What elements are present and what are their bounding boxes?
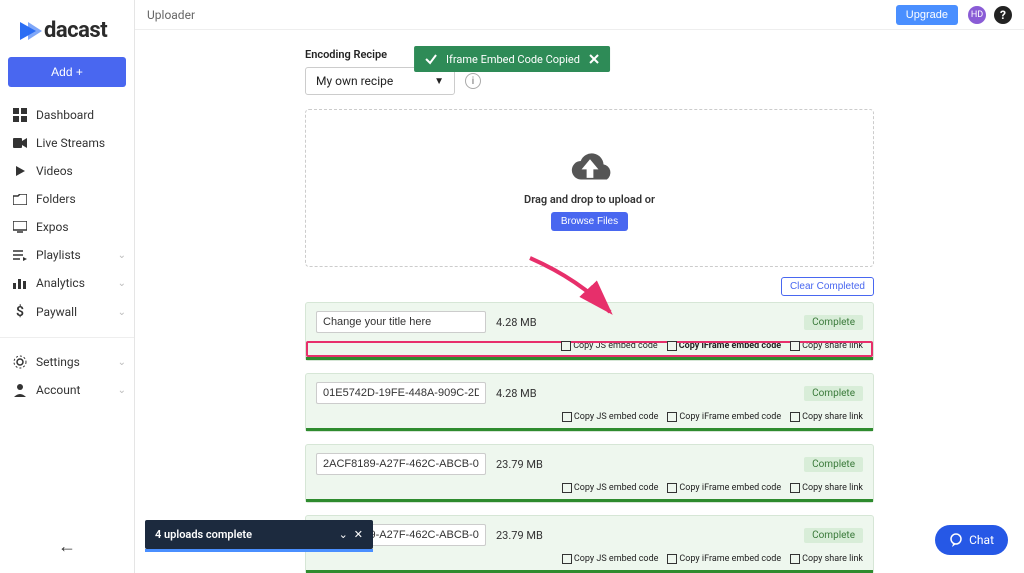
folder-icon <box>12 194 28 205</box>
chat-icon <box>949 533 963 547</box>
toast-success: Iframe Embed Code Copied <box>414 46 610 72</box>
upload-title-input[interactable] <box>316 382 486 404</box>
copy-share-link-button[interactable]: Copy share link <box>791 554 863 564</box>
close-icon[interactable] <box>588 53 600 65</box>
clear-completed-button[interactable]: Clear Completed <box>781 277 874 296</box>
copy-icon <box>791 555 799 563</box>
monitor-icon <box>12 221 28 233</box>
upload-size: 4.28 MB <box>496 387 537 400</box>
collapse-sidebar-button[interactable]: ← <box>0 524 134 573</box>
sidebar-item-videos[interactable]: Videos <box>0 157 134 185</box>
playlist-icon <box>12 249 28 261</box>
copy-iframe-embed-button[interactable]: Copy iFrame embed code <box>668 554 781 564</box>
copy-js-embed-button[interactable]: Copy JS embed code <box>563 483 659 493</box>
add-button[interactable]: Add + <box>8 57 126 87</box>
analytics-icon <box>12 277 28 289</box>
upload-card: 23.79 MB Complete Copy JS embed code Cop… <box>305 515 874 573</box>
copy-iframe-embed-button[interactable]: Copy iFrame embed code <box>668 412 781 422</box>
copy-icon <box>791 342 799 350</box>
help-icon[interactable]: ? <box>994 6 1012 24</box>
chevron-down-icon: ⌄ <box>118 250 126 261</box>
nav-footer: Settings ⌄ Account ⌄ <box>0 344 134 408</box>
chevron-down-icon: ⌄ <box>118 278 126 289</box>
upload-size: 23.79 MB <box>496 529 543 542</box>
upload-title-input[interactable] <box>316 453 486 475</box>
topbar: Uploader Upgrade HD ? <box>135 0 1024 30</box>
close-icon[interactable]: ✕ <box>354 528 363 541</box>
sidebar-item-account[interactable]: Account ⌄ <box>0 376 134 404</box>
sidebar-item-expos[interactable]: Expos <box>0 213 134 241</box>
browse-files-button[interactable]: Browse Files <box>551 212 628 231</box>
copy-share-link-button[interactable]: Copy share link <box>791 412 863 422</box>
upload-title-input[interactable] <box>316 311 486 333</box>
copy-share-link-button[interactable]: Copy share link <box>791 341 863 351</box>
sidebar: dacast Add + Dashboard Live Streams Vide… <box>0 0 135 573</box>
dropzone-text: Drag and drop to upload or <box>524 193 655 206</box>
copy-icon <box>562 342 570 350</box>
upload-progress-text: 4 uploads complete <box>155 528 339 541</box>
caret-down-icon: ▼ <box>434 76 444 87</box>
copy-icon <box>791 413 799 421</box>
upload-size: 4.28 MB <box>496 316 537 329</box>
upload-progress-bar <box>306 357 873 360</box>
nav-main: Dashboard Live Streams Videos Folders Ex… <box>0 97 134 331</box>
copy-iframe-embed-button[interactable]: Copy iFrame embed code <box>668 341 781 351</box>
avatar[interactable]: HD <box>968 6 986 24</box>
nav-separator <box>0 337 134 338</box>
page-title: Uploader <box>147 8 195 22</box>
dollar-icon: $ <box>12 304 28 320</box>
copy-icon <box>563 484 571 492</box>
copy-js-embed-button[interactable]: Copy JS embed code <box>562 341 658 351</box>
chevron-down-icon: ⌄ <box>118 385 126 396</box>
chevron-down-icon[interactable]: ⌄ <box>339 528 348 541</box>
upload-dropzone[interactable]: Drag and drop to upload or Browse Files <box>305 109 874 267</box>
sidebar-item-dashboard[interactable]: Dashboard <box>0 101 134 129</box>
sidebar-item-folders[interactable]: Folders <box>0 185 134 213</box>
upload-status-badge: Complete <box>804 457 863 472</box>
copy-share-link-button[interactable]: Copy share link <box>791 483 863 493</box>
copy-icon <box>791 484 799 492</box>
upload-progress-bar <box>306 428 873 431</box>
check-icon <box>424 52 438 66</box>
user-icon <box>12 383 28 397</box>
sidebar-item-live-streams[interactable]: Live Streams <box>0 129 134 157</box>
camera-icon <box>12 138 28 148</box>
brand-logo-icon <box>18 20 44 42</box>
sidebar-item-analytics[interactable]: Analytics ⌄ <box>0 269 134 297</box>
main-content: Encoding Recipe My own recipe ▼ i Drag a… <box>135 30 1024 573</box>
chat-button[interactable]: Chat <box>935 525 1008 555</box>
copy-icon <box>668 484 676 492</box>
gear-icon <box>12 355 28 369</box>
upload-card: 23.79 MB Complete Copy JS embed code Cop… <box>305 444 874 503</box>
play-icon <box>12 165 28 177</box>
info-icon[interactable]: i <box>465 73 481 89</box>
upload-status-badge: Complete <box>804 528 863 543</box>
upload-progress-bar <box>306 499 873 502</box>
upload-card: 4.28 MB Complete Copy JS embed code Copy… <box>305 373 874 432</box>
upload-card: 4.28 MB Complete Copy JS embed code Copy… <box>305 302 874 361</box>
chevron-down-icon: ⌄ <box>118 307 126 318</box>
upload-status-badge: Complete <box>804 386 863 401</box>
upload-progress-toast: 4 uploads complete ⌄ ✕ <box>145 520 373 549</box>
chevron-down-icon: ⌄ <box>118 357 126 368</box>
copy-icon <box>668 413 676 421</box>
copy-iframe-embed-button[interactable]: Copy iFrame embed code <box>668 483 781 493</box>
copy-js-embed-button[interactable]: Copy JS embed code <box>563 412 659 422</box>
toast-text: Iframe Embed Code Copied <box>446 53 580 66</box>
copy-icon <box>668 342 676 350</box>
copy-icon <box>668 555 676 563</box>
upload-size: 23.79 MB <box>496 458 543 471</box>
sidebar-item-settings[interactable]: Settings ⌄ <box>0 348 134 376</box>
copy-icon <box>563 555 571 563</box>
cloud-upload-icon <box>563 145 617 187</box>
upload-status-badge: Complete <box>804 315 863 330</box>
dashboard-icon <box>12 108 28 122</box>
upgrade-button[interactable]: Upgrade <box>896 5 958 25</box>
brand-name: dacast <box>44 18 107 43</box>
brand-logo: dacast <box>0 0 134 53</box>
sidebar-item-playlists[interactable]: Playlists ⌄ <box>0 241 134 269</box>
sidebar-item-paywall[interactable]: $ Paywall ⌄ <box>0 297 134 327</box>
copy-js-embed-button[interactable]: Copy JS embed code <box>563 554 659 564</box>
copy-icon <box>563 413 571 421</box>
